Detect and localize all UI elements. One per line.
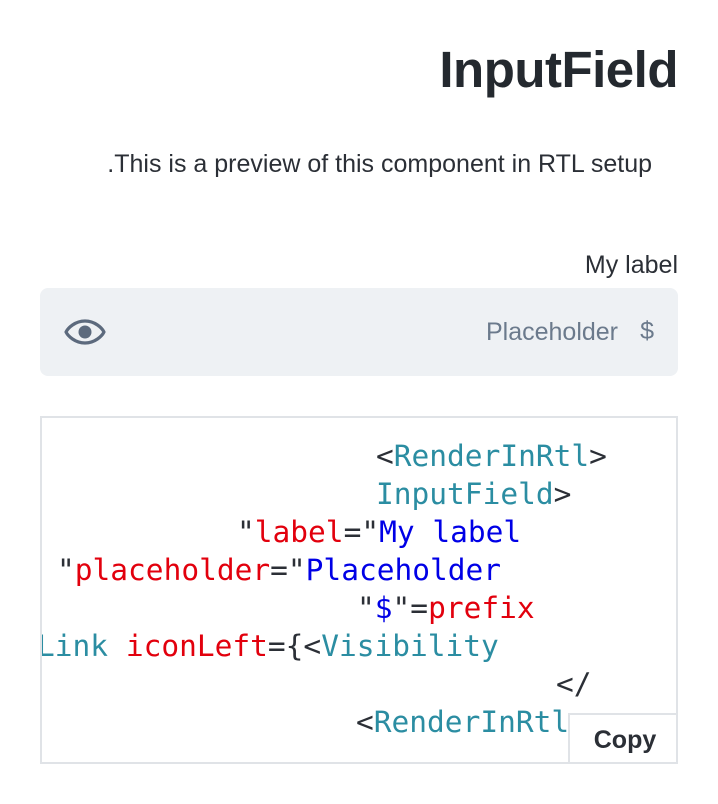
code-token: label bbox=[254, 515, 344, 549]
code-token: Link bbox=[40, 629, 109, 663]
code-line: Link iconLeft={<Visibility bbox=[40, 629, 499, 663]
code-token: </ bbox=[556, 667, 592, 701]
code-token: Placeholder bbox=[305, 553, 502, 587]
prefix-text: $ bbox=[640, 317, 654, 345]
code-line: "placeholder="Placeholder bbox=[57, 553, 502, 587]
code-token: > bbox=[589, 439, 607, 473]
code-line: <RenderInRtl> bbox=[356, 705, 587, 739]
code-token: =" bbox=[343, 515, 380, 549]
code-line: "label="My label bbox=[237, 515, 522, 549]
code-line: </ bbox=[556, 667, 592, 701]
code-token: > bbox=[553, 477, 572, 511]
code-token: Visibility bbox=[321, 629, 499, 663]
code-token: My label bbox=[379, 515, 522, 549]
code-token: ={< bbox=[267, 629, 322, 663]
code-token: =" bbox=[270, 553, 306, 587]
code-token: $ bbox=[374, 591, 393, 625]
code-token: " bbox=[237, 515, 255, 549]
code-token: < bbox=[376, 439, 394, 473]
input-field[interactable]: $ bbox=[40, 288, 678, 376]
code-line: <RenderInRtl> bbox=[376, 439, 607, 473]
eye-icon[interactable] bbox=[64, 315, 106, 349]
code-token: " bbox=[57, 553, 75, 587]
code-line: InputField> bbox=[376, 477, 572, 511]
code-line: "$"=prefix bbox=[357, 591, 535, 625]
code-token: " bbox=[357, 591, 375, 625]
code-token: < bbox=[356, 705, 374, 739]
field-label: My label bbox=[584, 251, 678, 279]
code-preview: <RenderInRtl> InputField> "label="My lab… bbox=[40, 416, 678, 764]
code-token: iconLeft bbox=[125, 629, 268, 663]
code-token: RenderInRtl bbox=[373, 705, 570, 739]
code-token: prefix bbox=[428, 591, 535, 625]
intro-text: .This is a preview of this component in … bbox=[107, 150, 652, 178]
page-title: InputField bbox=[439, 41, 678, 98]
code-token: placeholder bbox=[74, 553, 271, 587]
placeholder-input[interactable] bbox=[120, 312, 618, 352]
code-token: "= bbox=[392, 591, 429, 625]
code-token: RenderInRtl bbox=[393, 439, 590, 473]
copy-button[interactable]: Copy bbox=[568, 713, 676, 762]
code-token: InputField bbox=[376, 477, 554, 511]
